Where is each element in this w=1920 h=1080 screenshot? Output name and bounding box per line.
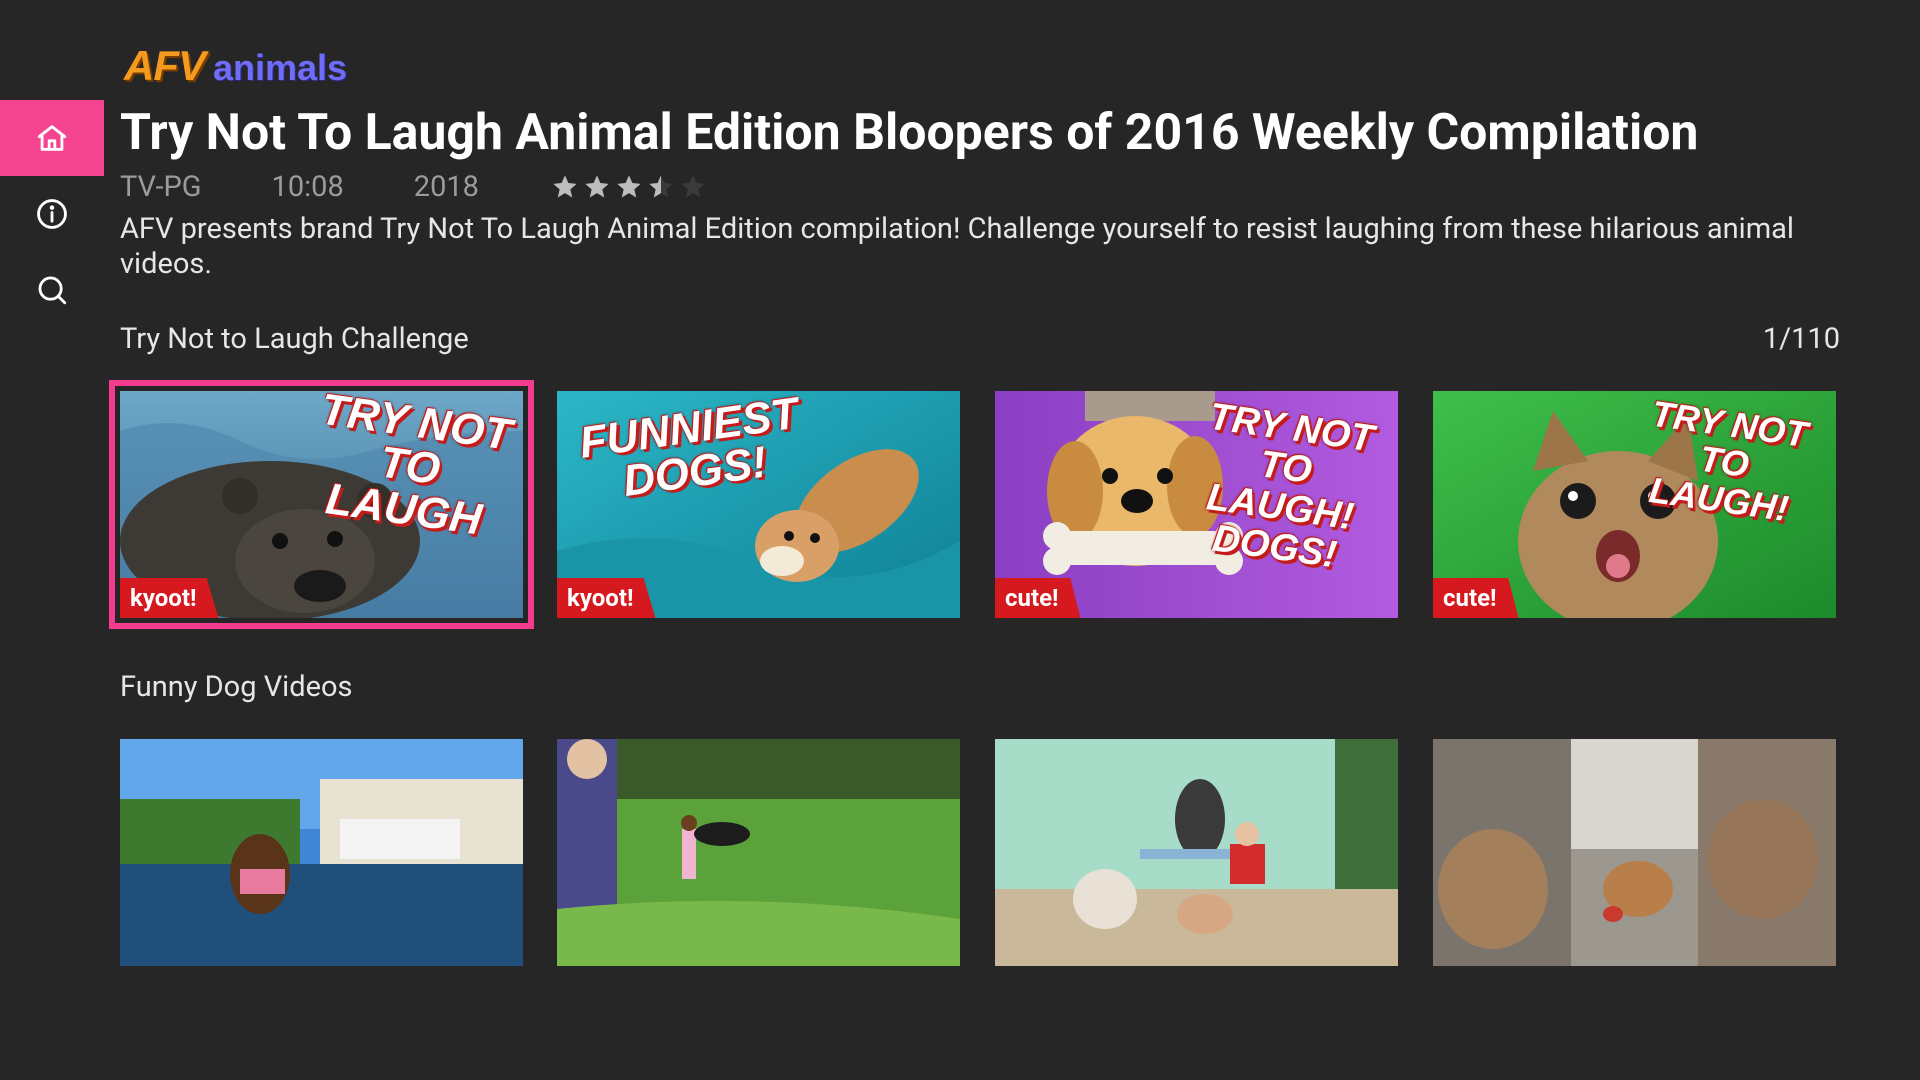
row-title-try-not-to-laugh: Try Not to Laugh Challenge [120,322,469,356]
side-navigation [0,100,104,328]
logo-animals-text: animals [213,47,348,88]
row-title-funny-dog-videos: Funny Dog Videos [120,670,353,704]
thumbnail-badge: cute! [1433,578,1519,618]
star-full-icon [553,175,577,198]
search-icon [38,276,67,305]
thumbnail-girl-and-dog [557,739,960,966]
nav-item-search[interactable] [0,252,104,328]
video-card-golden-retriever[interactable]: TRY NOT TO LAUGH! DOGS! cute! [995,391,1398,618]
thumbnail-badge: cute! [995,578,1081,618]
row-counter: 1/110 [1762,322,1840,356]
star-full-icon [585,175,609,198]
video-description: AFV presents brand Try Not To Laugh Anim… [120,212,1794,281]
video-card-bear[interactable]: TRY NOT TO LAUGH kyoot! [109,380,534,629]
star-full-icon [617,175,641,198]
video-card-corgi[interactable]: FUNNIEST DOGS! kyoot! [557,391,960,618]
nav-item-info[interactable] [0,176,104,252]
thumbnail-headline: TRY NOT TO LAUGH [317,391,515,545]
video-card-dachshund-boat[interactable] [120,739,523,966]
star-rating [551,173,707,201]
thumbnail-dachshund-boat [120,739,523,966]
thumbnail-dogs-and-toddler [995,739,1398,966]
star-half-icon [649,175,673,198]
video-card-girl-and-dog[interactable] [557,739,960,966]
video-card-dog-on-beach[interactable] [1433,739,1836,966]
nav-item-home[interactable] [0,100,104,176]
thumbnail-badge: kyoot! [557,578,656,618]
content-rating: TV-PG [120,170,202,204]
thumbnail-headline: TRY NOT TO LAUGH! DOGS! [1204,395,1377,577]
video-meta: TV-PG 10:08 2018 [120,170,707,204]
video-card-dogs-and-toddler[interactable] [995,739,1398,966]
star-empty-icon [681,175,705,198]
thumbnail-headline: TRY NOT TO LAUGH! [1646,392,1810,530]
thumbnail-badge: kyoot! [120,578,219,618]
thumbnail-dog-on-beach [1433,739,1836,966]
logo-afv-text: AFV [124,42,206,89]
info-icon [37,199,67,229]
home-icon [37,125,67,151]
afv-animals-logo: AFV animals [124,42,347,90]
video-card-cat[interactable]: TRY NOT TO LAUGH! cute! [1433,391,1836,618]
release-year: 2018 [413,170,479,204]
video-duration: 10:08 [271,170,344,204]
video-title: Try Not To Laugh Animal Edition Bloopers… [120,104,1699,162]
